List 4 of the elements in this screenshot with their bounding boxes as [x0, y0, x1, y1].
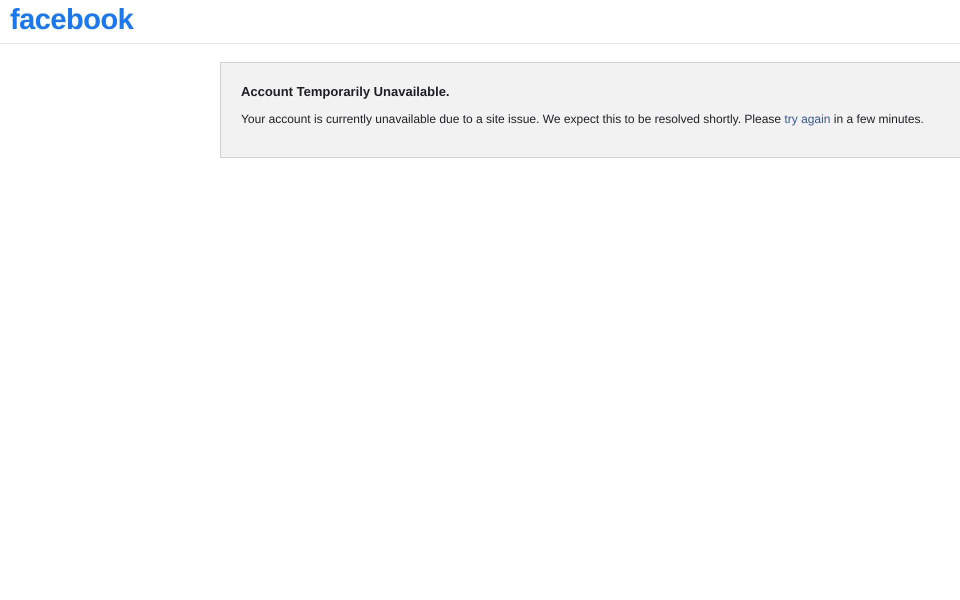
- brand-logo[interactable]: facebook: [10, 6, 134, 38]
- notice-message: Your account is currently unavailable due to a site issue. We expect this to be resolved shortly. Please try again in a few minutes.: [241, 111, 925, 127]
- notice-title: Account Temporarily Unavailable.: [241, 84, 451, 100]
- try-again-link[interactable]: try again: [784, 112, 830, 126]
